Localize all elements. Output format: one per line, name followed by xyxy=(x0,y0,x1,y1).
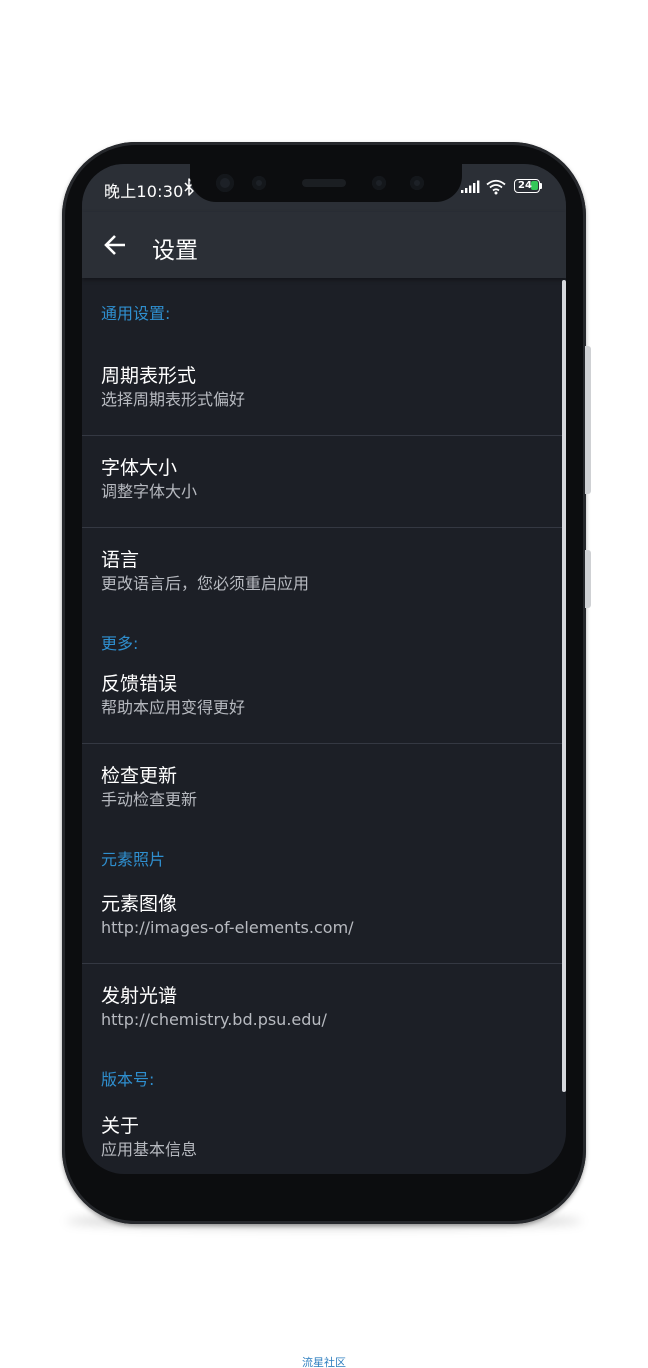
stage: 晚上10:30 24 设置 通用设置: 周期表形式 选择周期表形式偏好 字体大小… xyxy=(0,0,648,1368)
watermark: 流星社区 xyxy=(302,1356,346,1368)
wifi-icon xyxy=(486,179,506,195)
scrollbar[interactable] xyxy=(562,280,566,1092)
pref-table-style[interactable]: 周期表形式 选择周期表形式偏好 xyxy=(82,344,566,436)
pref-check-update[interactable]: 检查更新 手动检查更新 xyxy=(82,744,566,836)
arrow-back-icon xyxy=(104,235,125,255)
app-bar: 设置 xyxy=(82,212,566,278)
battery-tip xyxy=(540,183,542,189)
ir-camera-icon xyxy=(372,176,386,190)
volume-button xyxy=(585,346,591,494)
signal-icon xyxy=(461,180,480,193)
power-button xyxy=(585,550,591,608)
pref-title: 周期表形式 xyxy=(101,365,197,387)
pref-summary: 选择周期表形式偏好 xyxy=(101,390,246,409)
pref-summary: 手动检查更新 xyxy=(101,790,198,809)
status-time: 晚上10:30 xyxy=(104,182,184,201)
camera-notch xyxy=(190,164,462,202)
pref-element-images[interactable]: 元素图像 http://images-of-elements.com/ xyxy=(82,880,566,964)
pref-title: 元素图像 xyxy=(101,893,178,915)
section-header-photos: 元素照片 xyxy=(101,850,166,869)
pref-title: 检查更新 xyxy=(101,765,178,787)
battery-level: 24 xyxy=(518,180,532,191)
page-title: 设置 xyxy=(152,238,198,264)
settings-list[interactable]: 通用设置: 周期表形式 选择周期表形式偏好 字体大小 调整字体大小 语言 更改语… xyxy=(82,278,566,1174)
pref-emission-spectrum[interactable]: 发射光谱 http://chemistry.bd.psu.edu/ xyxy=(82,964,566,1056)
pref-font-size[interactable]: 字体大小 调整字体大小 xyxy=(82,436,566,528)
pref-title: 反馈错误 xyxy=(101,673,178,695)
pref-summary: http://chemistry.bd.psu.edu/ xyxy=(101,1010,327,1029)
pref-summary: 调整字体大小 xyxy=(101,482,198,501)
earpiece-speaker xyxy=(302,179,346,187)
pref-summary: http://images-of-elements.com/ xyxy=(101,918,354,937)
pref-title: 发射光谱 xyxy=(101,985,178,1007)
section-header-general: 通用设置: xyxy=(101,304,171,323)
screen: 晚上10:30 24 设置 通用设置: 周期表形式 选择周期表形式偏好 字体大小… xyxy=(82,164,566,1174)
light-sensor-icon xyxy=(410,176,424,190)
section-header-more: 更多: xyxy=(101,634,139,653)
pref-title: 语言 xyxy=(101,549,140,571)
pref-title: 关于 xyxy=(101,1115,140,1137)
front-camera-icon xyxy=(216,174,234,192)
pref-about[interactable]: 关于 应用基本信息 xyxy=(82,1100,566,1174)
pref-language[interactable]: 语言 更改语言后，您必须重启应用 xyxy=(82,528,566,620)
pref-summary: 应用基本信息 xyxy=(101,1140,198,1159)
pref-summary: 帮助本应用变得更好 xyxy=(101,698,246,717)
pref-summary: 更改语言后，您必须重启应用 xyxy=(101,574,310,593)
battery-fill xyxy=(531,181,538,190)
battery-icon: 24 xyxy=(514,179,540,193)
pref-title: 字体大小 xyxy=(101,457,178,479)
pref-feedback[interactable]: 反馈错误 帮助本应用变得更好 xyxy=(82,664,566,744)
back-button[interactable] xyxy=(96,225,136,265)
sensor-icon xyxy=(252,176,266,190)
section-header-version: 版本号: xyxy=(101,1070,155,1089)
status-bar: 晚上10:30 24 xyxy=(82,164,566,212)
